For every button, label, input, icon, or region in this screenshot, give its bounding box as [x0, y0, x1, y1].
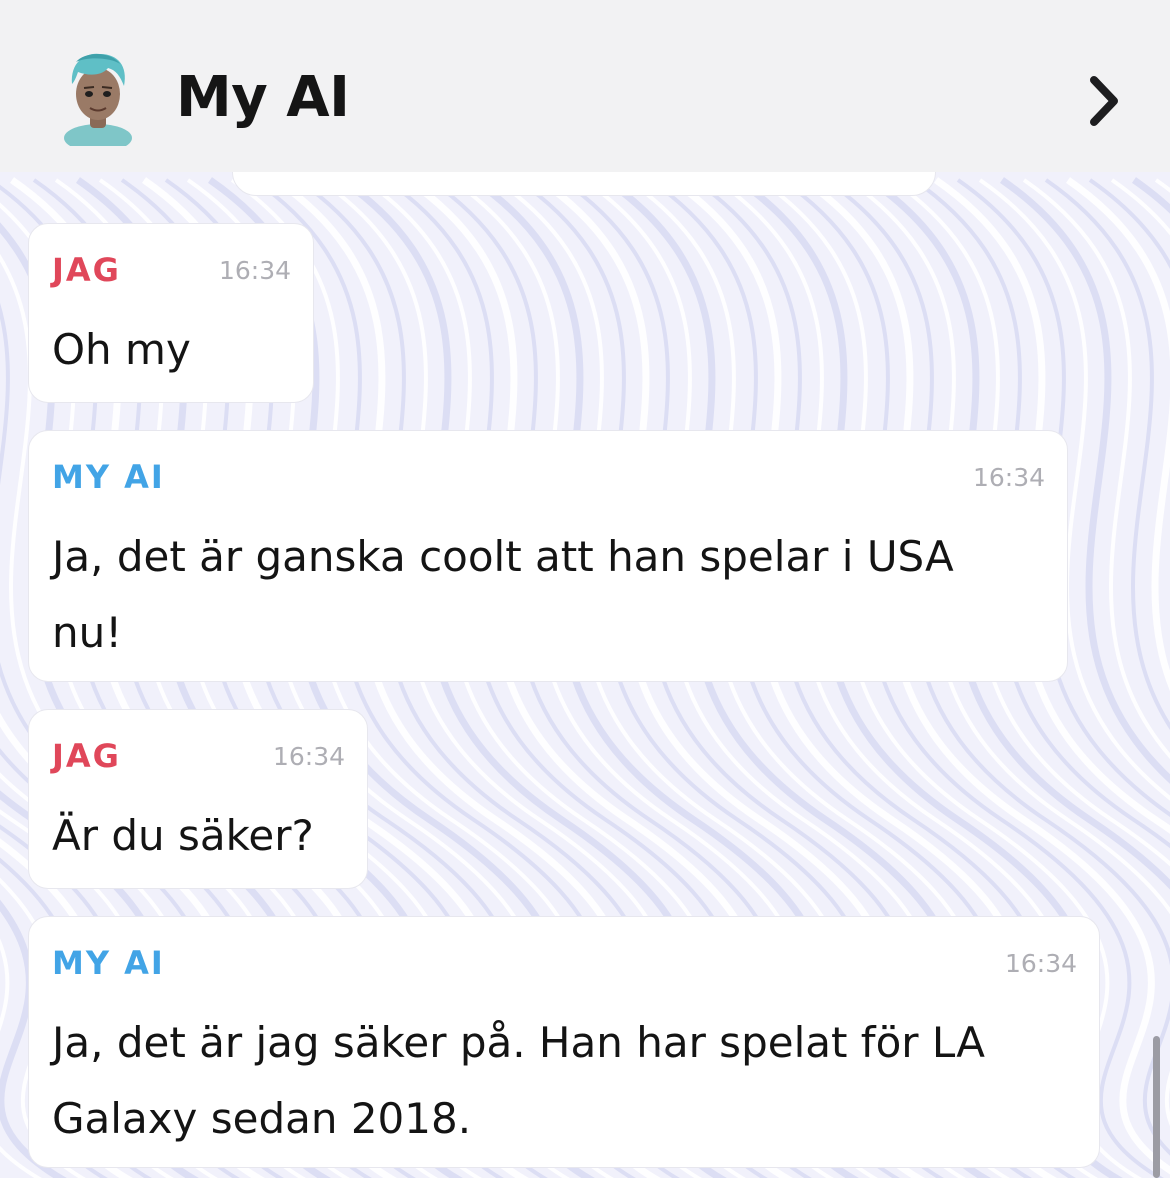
chat-title: My AI [176, 65, 350, 130]
chat-header[interactable]: My AI [0, 0, 1170, 172]
message-bubble[interactable]: JAG 16:34 Är du säker? [28, 709, 368, 889]
message-text: Ja, det är jag säker på. Han har spelat … [52, 1005, 985, 1157]
message-time: 16:34 [218, 256, 291, 285]
message-text: Oh my [52, 325, 191, 374]
message-time: 16:34 [972, 463, 1045, 492]
message-sender: MY AI [52, 458, 165, 496]
message-time: 16:34 [272, 742, 345, 771]
message-sender: JAG [52, 737, 121, 775]
message-text: Är du säker? [52, 811, 314, 860]
message-line: nu! [52, 608, 123, 657]
message-line: Ja, det är ganska coolt att han spelar i… [52, 532, 954, 581]
scrollbar[interactable] [1153, 1036, 1160, 1178]
chat-screen: My AI JAG 16:34 Oh my MY AI 16:34 Ja, de… [0, 0, 1170, 1178]
message-bubble[interactable]: MY AI 16:34 Ja, det är ganska coolt att … [28, 430, 1068, 682]
message-sender: MY AI [52, 944, 165, 982]
message-bubble[interactable]: JAG 16:34 Oh my [28, 223, 314, 403]
message-line: Ja, det är jag säker på. Han har spelat … [52, 1018, 985, 1067]
message-bubble[interactable]: MY AI 16:34 Ja, det är jag säker på. Han… [28, 916, 1100, 1168]
message-sender: JAG [52, 251, 121, 289]
message-time: 16:34 [1004, 949, 1077, 978]
chevron-right-icon[interactable] [1080, 70, 1128, 132]
bitmoji-avatar[interactable] [58, 50, 138, 146]
message-line: Galaxy sedan 2018. [52, 1094, 472, 1143]
message-text: Ja, det är ganska coolt att han spelar i… [52, 519, 954, 671]
